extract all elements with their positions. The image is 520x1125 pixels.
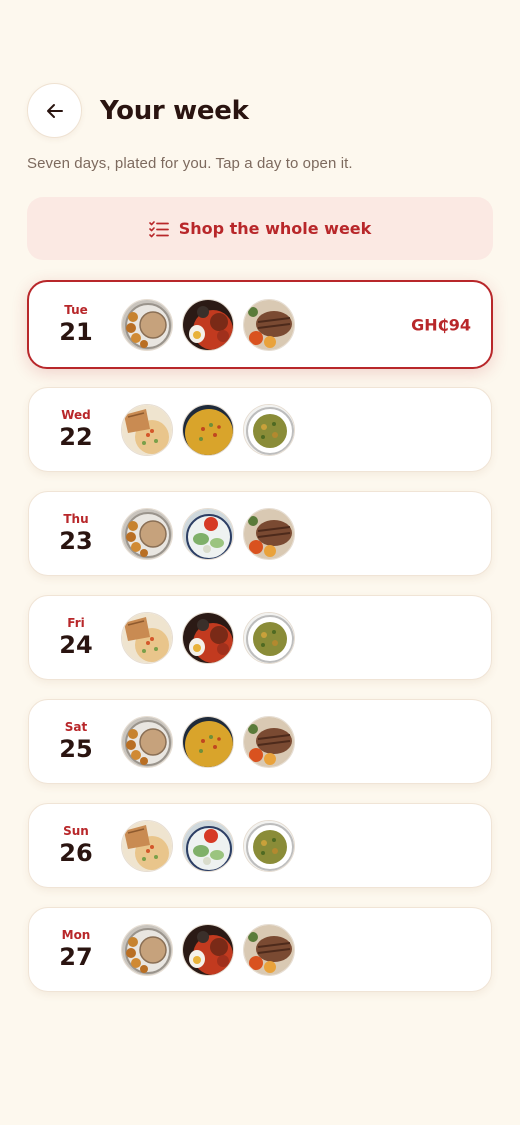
meal-thumbnail-yellow-rice <box>182 403 234 456</box>
meal-thumbnail-groundnut-soup-balls <box>121 298 173 351</box>
day-of-week: Tue <box>64 303 88 317</box>
shop-whole-week-button[interactable]: Shop the whole week <box>27 197 493 260</box>
day-number: 23 <box>59 527 93 555</box>
day-price: GH₵94 <box>411 315 471 334</box>
meal-thumbnail-fried-rice-chicken <box>121 403 173 456</box>
meal-thumbnail-grilled-chicken-plate <box>243 298 295 351</box>
meal-thumbnail-green-stew-rice <box>243 819 295 872</box>
day-number: 26 <box>59 839 93 867</box>
day-card[interactable]: Sun 26 <box>28 803 492 888</box>
checklist-icon <box>148 220 169 237</box>
day-card[interactable]: Wed 22 <box>28 387 492 472</box>
meal-thumbnails <box>121 715 304 768</box>
meal-thumbnail-jollof-rice-egg <box>182 923 234 976</box>
meal-thumbnails <box>121 611 304 664</box>
arrow-left-icon <box>46 103 63 118</box>
day-date: Fri 24 <box>29 596 123 679</box>
day-card[interactable]: Tue 21 GH₵94 <box>27 280 493 369</box>
meal-thumbnail-groundnut-soup-balls <box>121 923 173 976</box>
day-card[interactable]: Thu 23 <box>28 491 492 576</box>
day-number: 22 <box>59 423 93 451</box>
meal-thumbnails <box>121 819 304 872</box>
meal-thumbnail-salad-plate <box>182 507 234 560</box>
page-subtitle: Seven days, plated for you. Tap a day to… <box>27 155 353 172</box>
day-date: Wed 22 <box>29 388 123 471</box>
page-title: Your week <box>100 95 249 126</box>
day-number: 25 <box>59 735 93 763</box>
day-number: 21 <box>59 318 93 346</box>
day-number: 24 <box>59 631 93 659</box>
meal-thumbnail-jollof-rice-egg <box>182 611 234 664</box>
day-card[interactable]: Sat 25 <box>28 699 492 784</box>
meal-thumbnails <box>121 507 304 560</box>
meal-thumbnail-green-stew-rice <box>243 611 295 664</box>
day-date: Mon 27 <box>29 908 123 991</box>
day-of-week: Sun <box>63 824 89 838</box>
meal-thumbnail-grilled-chicken-plate <box>243 715 295 768</box>
meal-thumbnail-fried-rice-chicken <box>121 819 173 872</box>
day-card[interactable]: Mon 27 <box>28 907 492 992</box>
meal-thumbnail-grilled-chicken-plate <box>243 923 295 976</box>
day-date: Sun 26 <box>29 804 123 887</box>
day-date: Tue 21 <box>29 282 123 367</box>
day-card[interactable]: Fri 24 <box>28 595 492 680</box>
meal-thumbnail-groundnut-soup-balls <box>121 715 173 768</box>
meal-thumbnail-yellow-rice <box>182 715 234 768</box>
header: Your week <box>27 83 249 138</box>
day-of-week: Fri <box>67 616 85 630</box>
meal-thumbnails <box>121 298 304 351</box>
meal-thumbnail-grilled-chicken-plate <box>243 507 295 560</box>
day-of-week: Wed <box>61 408 91 422</box>
meal-thumbnail-jollof-rice-egg <box>182 298 234 351</box>
meal-thumbnails <box>121 923 304 976</box>
meal-thumbnail-salad-plate <box>182 819 234 872</box>
meal-thumbnails <box>121 403 304 456</box>
meal-thumbnail-groundnut-soup-balls <box>121 507 173 560</box>
meal-thumbnail-green-stew-rice <box>243 403 295 456</box>
day-of-week: Thu <box>63 512 89 526</box>
day-of-week: Sat <box>64 720 88 734</box>
day-date: Sat 25 <box>29 700 123 783</box>
meal-thumbnail-fried-rice-chicken <box>121 611 173 664</box>
shop-whole-week-label: Shop the whole week <box>178 219 372 238</box>
day-of-week: Mon <box>61 928 91 942</box>
day-number: 27 <box>59 943 93 971</box>
back-button[interactable] <box>27 83 82 138</box>
day-date: Thu 23 <box>29 492 123 575</box>
